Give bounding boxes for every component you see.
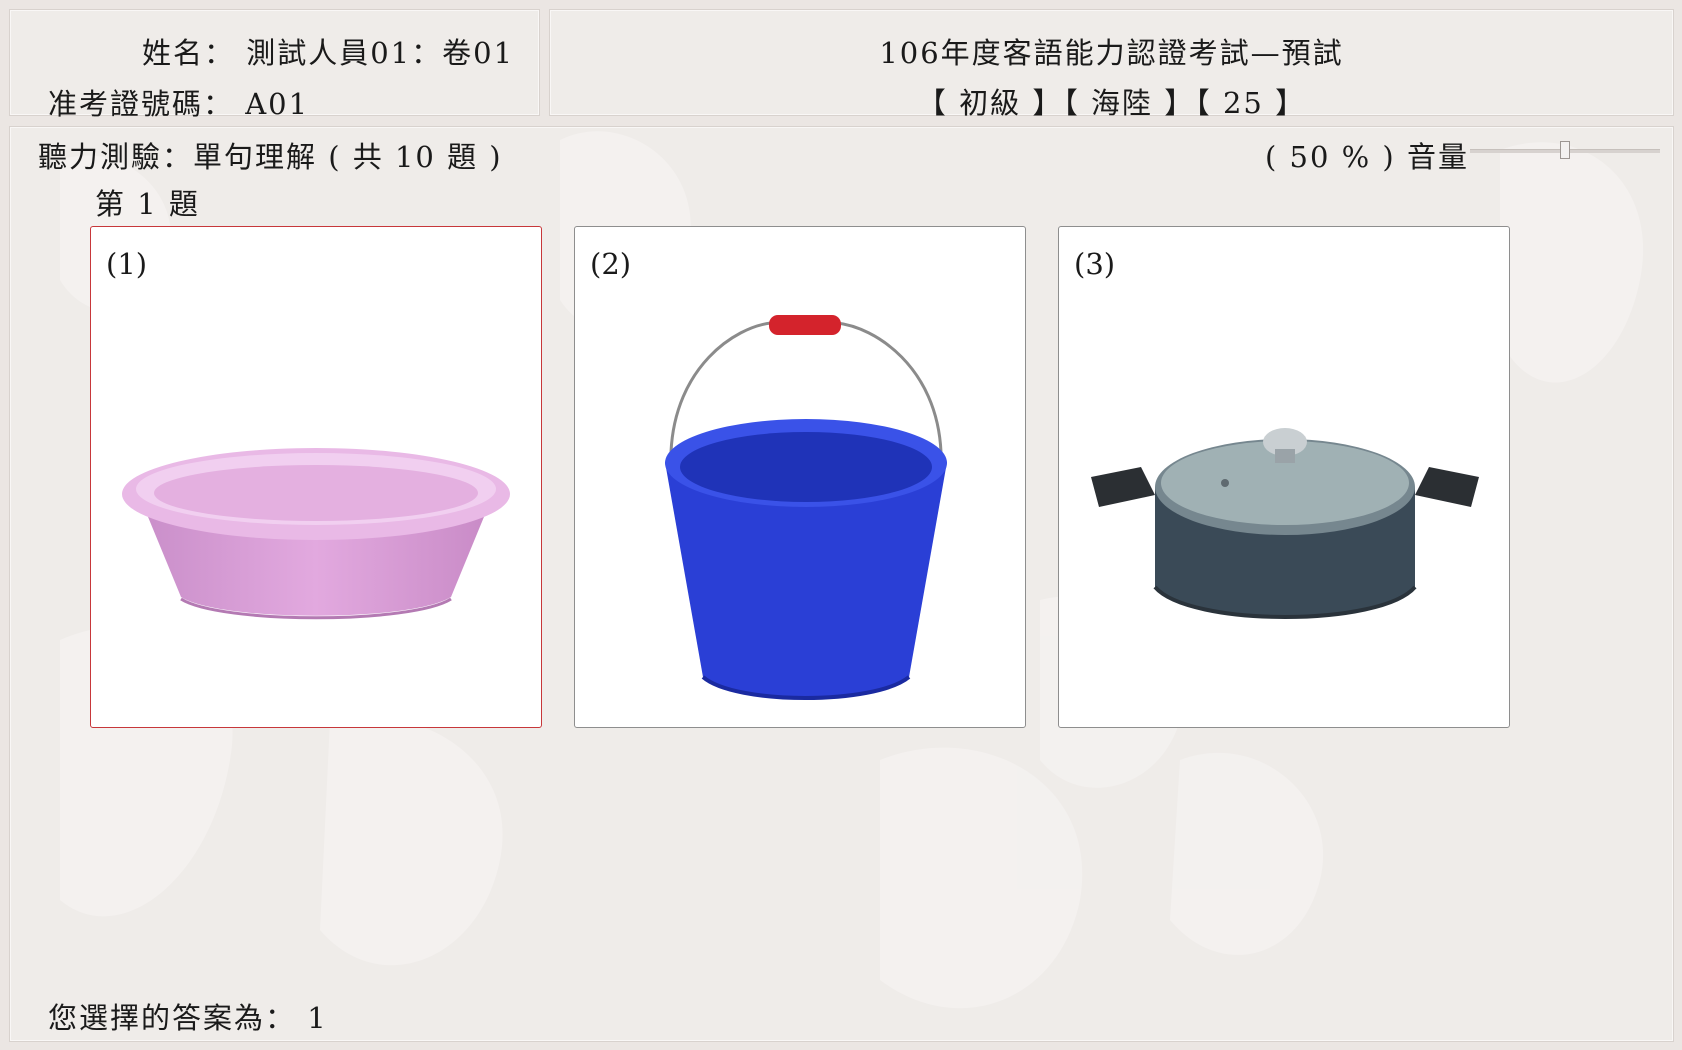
option-label-2: (2) [590, 247, 632, 281]
candidate-id: 准考證號碼： A01 [48, 81, 309, 123]
pink-basin-icon [122, 448, 510, 620]
answer-label: 您選擇的答案為： [48, 1001, 297, 1035]
section-title: 聽力測驗：單句理解 ( 共 10 題 ) [38, 140, 503, 174]
exam-title-panel: 106年度客語能力認證考試—預試 【 初級 】【 海陸 】【 25 】 [549, 9, 1674, 120]
candidate-name: 姓名： 測試人員01：卷01 [142, 30, 514, 72]
id-label: 准考證號碼： [48, 87, 235, 121]
volume-label: ( 50 % ) 音量 [1265, 140, 1469, 174]
option-label-3: (3) [1074, 247, 1116, 281]
id-value: A01 [245, 87, 310, 121]
option-card-1[interactable]: (1) [90, 226, 542, 728]
volume-thumb[interactable] [1560, 141, 1570, 159]
volume-slider[interactable] [1470, 141, 1660, 161]
question-number: 第 1 題 [95, 187, 200, 221]
exam-level-tags: 【 初級 】【 海陸 】【 25 】 [916, 86, 1307, 120]
selected-answer: 您選擇的答案為： 1 [48, 995, 328, 1037]
answer-value: 1 [307, 1001, 328, 1035]
name-value: 測試人員01：卷01 [246, 36, 515, 70]
candidate-info-panel: 姓名： 測試人員01：卷01 准考證號碼： A01 [9, 9, 540, 121]
exam-title: 106年度客語能力認證考試—預試 [879, 36, 1344, 70]
option-card-3[interactable]: (3) [1058, 226, 1510, 728]
blue-bucket-icon [665, 315, 947, 700]
name-label: 姓名： [142, 36, 236, 70]
cooking-pot-icon [1091, 428, 1479, 619]
option-label-1: (1) [106, 247, 148, 281]
option-card-2[interactable]: (2) [574, 226, 1026, 728]
